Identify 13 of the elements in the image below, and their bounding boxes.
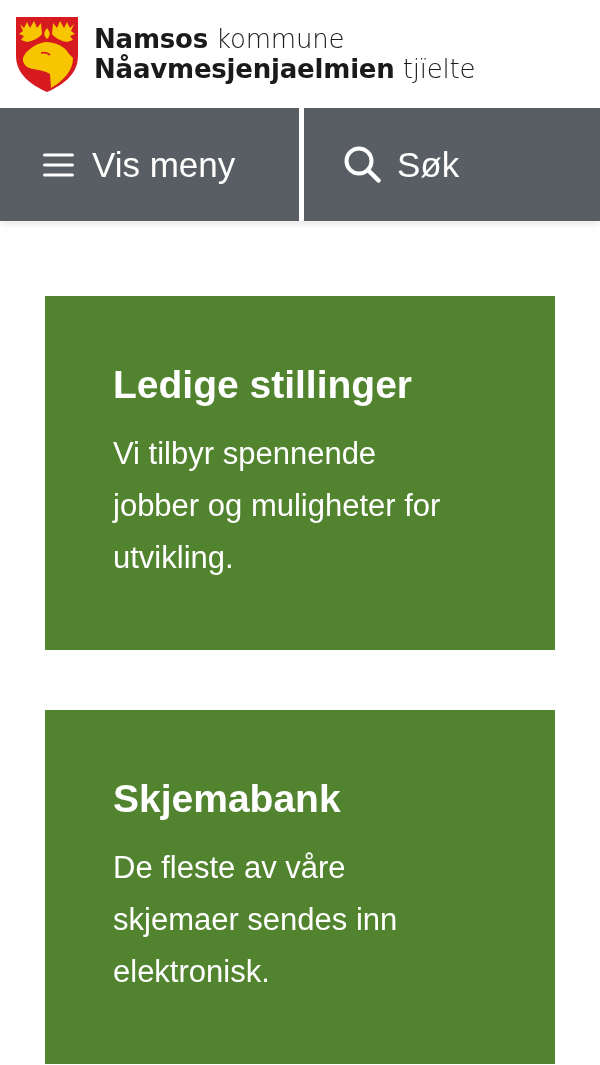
- search-button[interactable]: Søk: [304, 108, 600, 221]
- link-card[interactable]: Ledige stillinger Vi tilbyr spennende jobber og muligheter for utvikling.: [45, 296, 555, 650]
- card-title: Skjemabank: [113, 776, 342, 822]
- coat-of-arms-logo-icon[interactable]: [15, 16, 79, 92]
- search-icon: [344, 146, 381, 183]
- link-card[interactable]: Skjemabank De fleste av våre skjemaer sendes inn elektronisk.: [45, 710, 555, 1064]
- menu-button[interactable]: Vis meny: [0, 108, 299, 221]
- card-title: Ledige stillinger: [113, 362, 414, 408]
- logo-text: Namsos kommune: [94, 24, 346, 54]
- card-text: Vi tilbyr spennende jobber og muligheter for utvikling.: [113, 435, 442, 577]
- menu-icon: [43, 152, 74, 177]
- logo-text: Nåavmesjenjaelmien tjïelte: [94, 54, 476, 84]
- card-text: De fleste av våre skjemaer sendes inn elektronisk.: [113, 849, 399, 991]
